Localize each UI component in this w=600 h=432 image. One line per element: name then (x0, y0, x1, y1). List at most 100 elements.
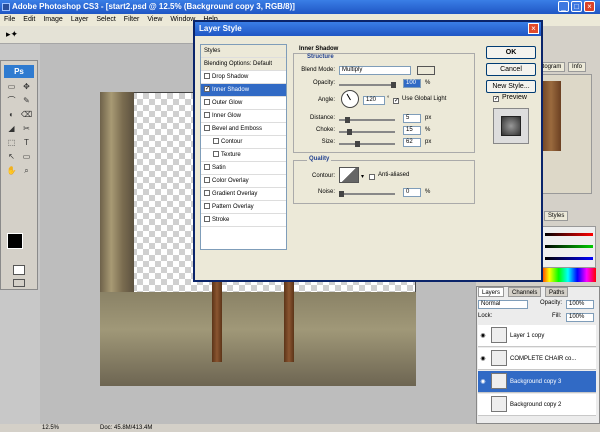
style-color-overlay[interactable]: Color Overlay (201, 175, 286, 188)
tab-info[interactable]: Info (568, 62, 587, 72)
layer-fill-field[interactable]: 100% (566, 313, 594, 322)
style-stroke[interactable]: Stroke (201, 214, 286, 227)
checkbox[interactable] (204, 125, 210, 132)
style-inner-shadow[interactable]: ✓ Inner Shadow (201, 84, 286, 97)
checkbox-checked[interactable]: ✓ (204, 86, 210, 93)
style-contour[interactable]: Contour (201, 136, 286, 149)
checkbox[interactable] (213, 138, 219, 145)
checkbox[interactable] (204, 177, 210, 184)
menu-select[interactable]: Select (92, 14, 119, 26)
green-slider[interactable] (545, 245, 593, 248)
tab-channels[interactable]: Channels (508, 287, 542, 297)
shape-tool-icon[interactable]: ▭ (20, 151, 33, 162)
maximize-icon[interactable]: □ (571, 1, 582, 12)
noise-field[interactable]: 0 (403, 188, 421, 197)
style-texture[interactable]: Texture (201, 149, 286, 162)
close-icon[interactable]: × (584, 1, 595, 12)
zoom-tool-icon[interactable]: ⌕ (20, 165, 33, 176)
tab-styles[interactable]: Styles (544, 211, 569, 221)
color-spectrum-bar[interactable] (540, 268, 596, 282)
layer-row[interactable]: ◉ COMPLETE CHAIR co... (478, 348, 596, 370)
tab-paths[interactable]: Paths (545, 287, 569, 297)
menu-file[interactable]: File (0, 14, 19, 26)
blending-options-item[interactable]: Blending Options: Default (201, 58, 286, 71)
layer-row[interactable]: ◉ Layer 1 copy (478, 325, 596, 347)
gradient-tool-icon[interactable]: ◢ (5, 123, 18, 134)
dialog-close-icon[interactable]: × (528, 23, 539, 34)
screen-mode-icon[interactable] (13, 279, 25, 287)
style-outer-glow[interactable]: Outer Glow (201, 97, 286, 110)
checkbox[interactable] (213, 151, 219, 158)
opacity-slider-knob[interactable] (391, 82, 396, 88)
layer-row[interactable]: ◉ Background copy 3 (478, 371, 596, 393)
checkbox[interactable] (204, 190, 210, 197)
style-satin[interactable]: Satin (201, 162, 286, 175)
anti-aliased-checkbox[interactable] (369, 174, 375, 180)
move-tool-icon[interactable]: ▸✦ (6, 29, 18, 40)
style-bevel-emboss[interactable]: Bevel and Emboss (201, 123, 286, 136)
layer-row[interactable]: Background copy 2 (478, 394, 596, 416)
path-select-tool-icon[interactable]: ↖ (5, 151, 18, 162)
style-pattern-overlay[interactable]: Pattern Overlay (201, 201, 286, 214)
visibility-eye-icon[interactable]: ◉ (478, 371, 488, 393)
angle-dial[interactable] (341, 90, 359, 108)
lasso-tool-icon[interactable]: ⌒ (5, 95, 18, 106)
noise-slider[interactable] (339, 193, 395, 195)
visibility-eye-icon[interactable]: ◉ (478, 325, 488, 347)
new-style-button[interactable]: New Style... (486, 80, 536, 93)
ok-button[interactable]: OK (486, 46, 536, 59)
distance-field[interactable]: 5 (403, 114, 421, 123)
size-slider[interactable] (339, 143, 395, 145)
type-tool-icon[interactable]: T (20, 137, 33, 148)
layer-blend-select[interactable]: Normal (478, 300, 528, 309)
blend-mode-select[interactable]: Multiply (339, 66, 411, 75)
brush-tool-icon[interactable]: ✎ (20, 95, 33, 106)
checkbox[interactable] (204, 203, 210, 210)
dodge-tool-icon[interactable]: ◐ (5, 109, 18, 120)
style-drop-shadow[interactable]: Drop Shadow (201, 71, 286, 84)
use-global-light-checkbox[interactable]: ✓ (393, 98, 399, 104)
slice-tool-icon[interactable]: ⬚ (5, 137, 18, 148)
menu-layer[interactable]: Layer (67, 14, 93, 26)
hand-tool-icon[interactable]: ✋ (5, 165, 18, 176)
size-slider-knob[interactable] (355, 141, 360, 147)
menu-image[interactable]: Image (39, 14, 66, 26)
checkbox[interactable] (204, 73, 210, 80)
checkbox[interactable] (204, 99, 210, 106)
tab-layers[interactable]: Layers (478, 287, 505, 297)
menu-filter[interactable]: Filter (120, 14, 144, 26)
style-inner-glow[interactable]: Inner Glow (201, 110, 286, 123)
checkbox[interactable] (204, 112, 210, 119)
foreground-color-swatch[interactable] (7, 233, 23, 249)
quick-mask-icon[interactable] (13, 265, 25, 275)
photoshop-app-icon[interactable] (2, 3, 10, 11)
cancel-button[interactable]: Cancel (486, 63, 536, 76)
minimize-icon[interactable]: _ (558, 1, 569, 12)
visibility-eye-icon[interactable]: ◉ (478, 348, 488, 370)
contour-picker[interactable] (339, 167, 359, 183)
marquee-tool-icon[interactable]: ▭ (5, 81, 18, 92)
blue-slider[interactable] (545, 257, 593, 260)
opacity-slider[interactable] (339, 84, 395, 86)
style-gradient-overlay[interactable]: Gradient Overlay (201, 188, 286, 201)
crop-tool-icon[interactable]: ✂ (20, 123, 33, 134)
red-slider[interactable] (545, 233, 593, 236)
preview-checkbox[interactable]: ✓ (493, 96, 499, 102)
distance-slider-knob[interactable] (345, 117, 350, 123)
angle-field[interactable]: 120 (363, 96, 385, 105)
choke-field[interactable]: 15 (403, 126, 421, 135)
shadow-color-swatch[interactable] (417, 66, 435, 75)
size-field[interactable]: 62 (403, 138, 421, 147)
choke-slider-knob[interactable] (347, 129, 352, 135)
noise-slider-knob[interactable] (339, 191, 344, 197)
chevron-down-icon[interactable]: ▾ (361, 173, 364, 180)
opacity-field[interactable]: 100 (403, 79, 421, 88)
styles-header[interactable]: Styles (201, 45, 286, 58)
eraser-tool-icon[interactable]: ⌫ (20, 109, 33, 120)
menu-edit[interactable]: Edit (19, 14, 39, 26)
layer-opacity-field[interactable]: 100% (566, 300, 594, 309)
checkbox[interactable] (204, 216, 210, 223)
move-tool-icon[interactable]: ✥ (20, 81, 33, 92)
checkbox[interactable] (204, 164, 210, 171)
zoom-level[interactable]: 12.5% (42, 424, 59, 432)
